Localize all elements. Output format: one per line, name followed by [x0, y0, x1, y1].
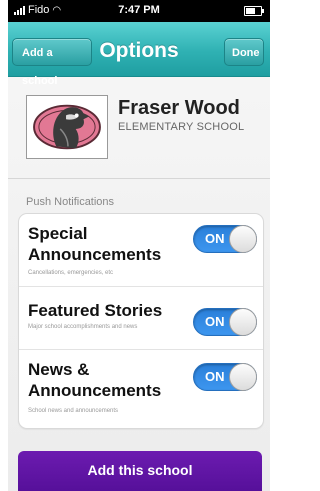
app-screen: Fido ◠ 7:47 PM Add a school Options Done…: [8, 0, 270, 491]
nav-bar: Add a school Options Done: [8, 22, 270, 87]
school-logo: [33, 104, 101, 150]
setting-title-line: Announcements: [28, 381, 162, 400]
setting-title-line: Featured Stories: [28, 301, 163, 320]
toggle-state: ON: [205, 231, 225, 246]
status-bar: Fido ◠ 7:47 PM: [8, 0, 270, 22]
school-header: Fraser Wood ELEMENTARY SCHOOL: [8, 77, 270, 161]
setting-title-line: News &: [28, 360, 90, 379]
toggle-knob: [229, 363, 257, 391]
setting-title: Featured Stories: [28, 300, 162, 321]
setting-row-special-announcements: Special Announcements Cancellations, eme…: [19, 214, 263, 286]
featured-stories-toggle[interactable]: ON: [193, 308, 257, 336]
toggle-knob: [229, 308, 257, 336]
special-announcements-toggle[interactable]: ON: [193, 225, 257, 253]
section-title: Push Notifications: [26, 196, 115, 208]
setting-title-line: Special: [28, 224, 88, 243]
setting-title-line: Announcements: [28, 245, 162, 264]
setting-subtitle: Major school accomplishments and news: [28, 324, 138, 330]
setting-subtitle: School news and announcements: [28, 408, 119, 414]
done-button[interactable]: Done: [224, 38, 264, 66]
school-type: ELEMENTARY SCHOOL: [118, 121, 245, 133]
school-name: Fraser Wood: [118, 97, 240, 119]
setting-row-featured-stories: Featured Stories Major school accomplish…: [19, 286, 263, 349]
status-time: 7:47 PM: [118, 4, 160, 16]
setting-title: News & Announcements: [28, 359, 161, 401]
falcon-crest-icon: [26, 95, 108, 159]
battery-icon: [244, 6, 264, 16]
toggle-state: ON: [205, 369, 225, 384]
news-announcements-toggle[interactable]: ON: [193, 363, 257, 391]
setting-title: Special Announcements: [28, 223, 161, 265]
add-this-school-button[interactable]: Add this school: [18, 451, 262, 491]
divider: [8, 178, 270, 179]
toggle-state: ON: [205, 314, 225, 329]
toggle-knob: [229, 225, 257, 253]
push-notifications-group: Special Announcements Cancellations, eme…: [18, 213, 264, 429]
setting-subtitle: Cancellations, emergencies, etc: [28, 270, 114, 276]
setting-row-news-announcements: News & Announcements School news and ann…: [19, 349, 263, 428]
